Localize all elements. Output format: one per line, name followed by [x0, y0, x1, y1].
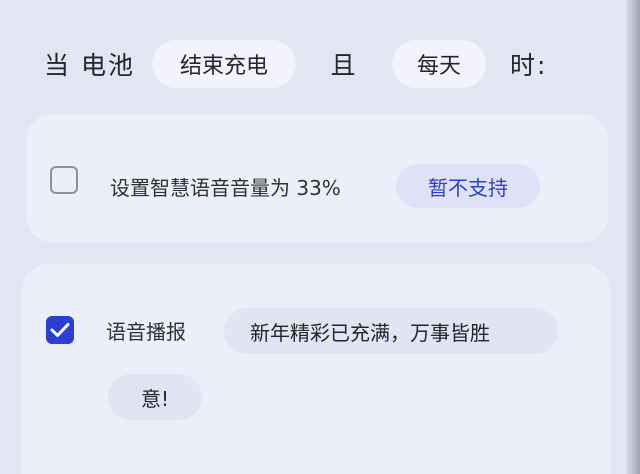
check-icon: [50, 323, 70, 337]
action-label-volume: 设置智慧语音音量为 33%: [110, 176, 341, 200]
action-label-broadcast: 语音播报: [106, 320, 186, 344]
action-checkbox-broadcast[interactable]: [46, 316, 74, 344]
unsupported-badge: 暂不支持: [396, 164, 540, 208]
condition-prefix: 当 电池: [44, 51, 135, 80]
condition-row: 当 电池 结束充电 且 每天 时:: [44, 38, 547, 90]
action-checkbox-volume[interactable]: [50, 166, 78, 194]
screen-edge: [626, 0, 640, 474]
condition-conjunction: 且: [330, 51, 356, 80]
broadcast-text-field-continued[interactable]: 意!: [108, 374, 202, 420]
condition-suffix: 时:: [510, 51, 548, 80]
trigger-chip[interactable]: 结束充电: [152, 40, 296, 88]
schedule-chip[interactable]: 每天: [392, 40, 486, 88]
action-card-broadcast: 语音播报 新年精彩已充满，万事皆胜 意!: [22, 264, 610, 474]
action-card-volume: 设置智慧语音音量为 33% 暂不支持: [26, 114, 608, 242]
broadcast-text-field[interactable]: 新年精彩已充满，万事皆胜: [224, 308, 558, 354]
